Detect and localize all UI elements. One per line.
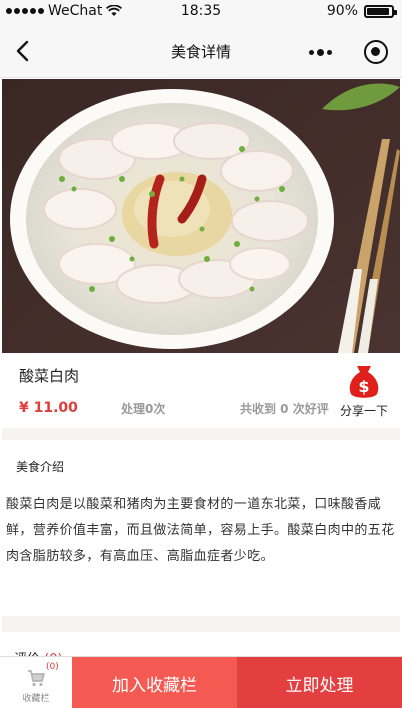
mini-program-capsule — [306, 38, 388, 66]
favorites-count: (0) — [46, 662, 59, 672]
dish-price: ¥ 11.00 — [19, 400, 78, 416]
cart-icon — [28, 670, 45, 687]
favorites-tab[interactable]: (0) 收藏栏 — [0, 657, 72, 708]
intro-text: 酸菜白肉是以酸菜和猪肉为主要食材的一道东北菜，口味酸香咸鲜，营养价值丰富，而且做… — [6, 497, 395, 564]
status-bar: WeChat 18:35 90% — [0, 0, 402, 24]
divider — [2, 428, 400, 440]
process-now-button[interactable]: 立即处理 — [237, 657, 402, 708]
intro-title: 美食介绍 — [16, 460, 65, 474]
favorites-label: 收藏栏 — [22, 694, 50, 704]
review-received-count: 共收到 0 次好评 — [240, 402, 329, 416]
more-button[interactable] — [306, 40, 334, 64]
add-to-favorites-button[interactable]: 加入收藏栏 — [72, 657, 237, 708]
battery-info: 90% — [326, 3, 397, 19]
share-label: 分享一下 — [339, 404, 388, 418]
nav-bar: 美食详情 — [0, 24, 402, 78]
bottom-action-bar: (0) 收藏栏 加入收藏栏 立即处理 — [0, 656, 402, 708]
battery-percent: 90% — [326, 3, 358, 19]
dish-name: 酸菜白肉 — [19, 367, 80, 385]
dish-image — [2, 79, 400, 353]
close-mini-program-button[interactable] — [364, 40, 388, 64]
processed-count: 处理0次 — [121, 402, 166, 416]
share-button[interactable]: $ 分享一下 — [336, 362, 392, 419]
battery-icon — [364, 4, 397, 18]
svg-text:$: $ — [358, 377, 369, 396]
money-bag-icon: $ — [349, 366, 379, 398]
divider — [2, 616, 400, 632]
